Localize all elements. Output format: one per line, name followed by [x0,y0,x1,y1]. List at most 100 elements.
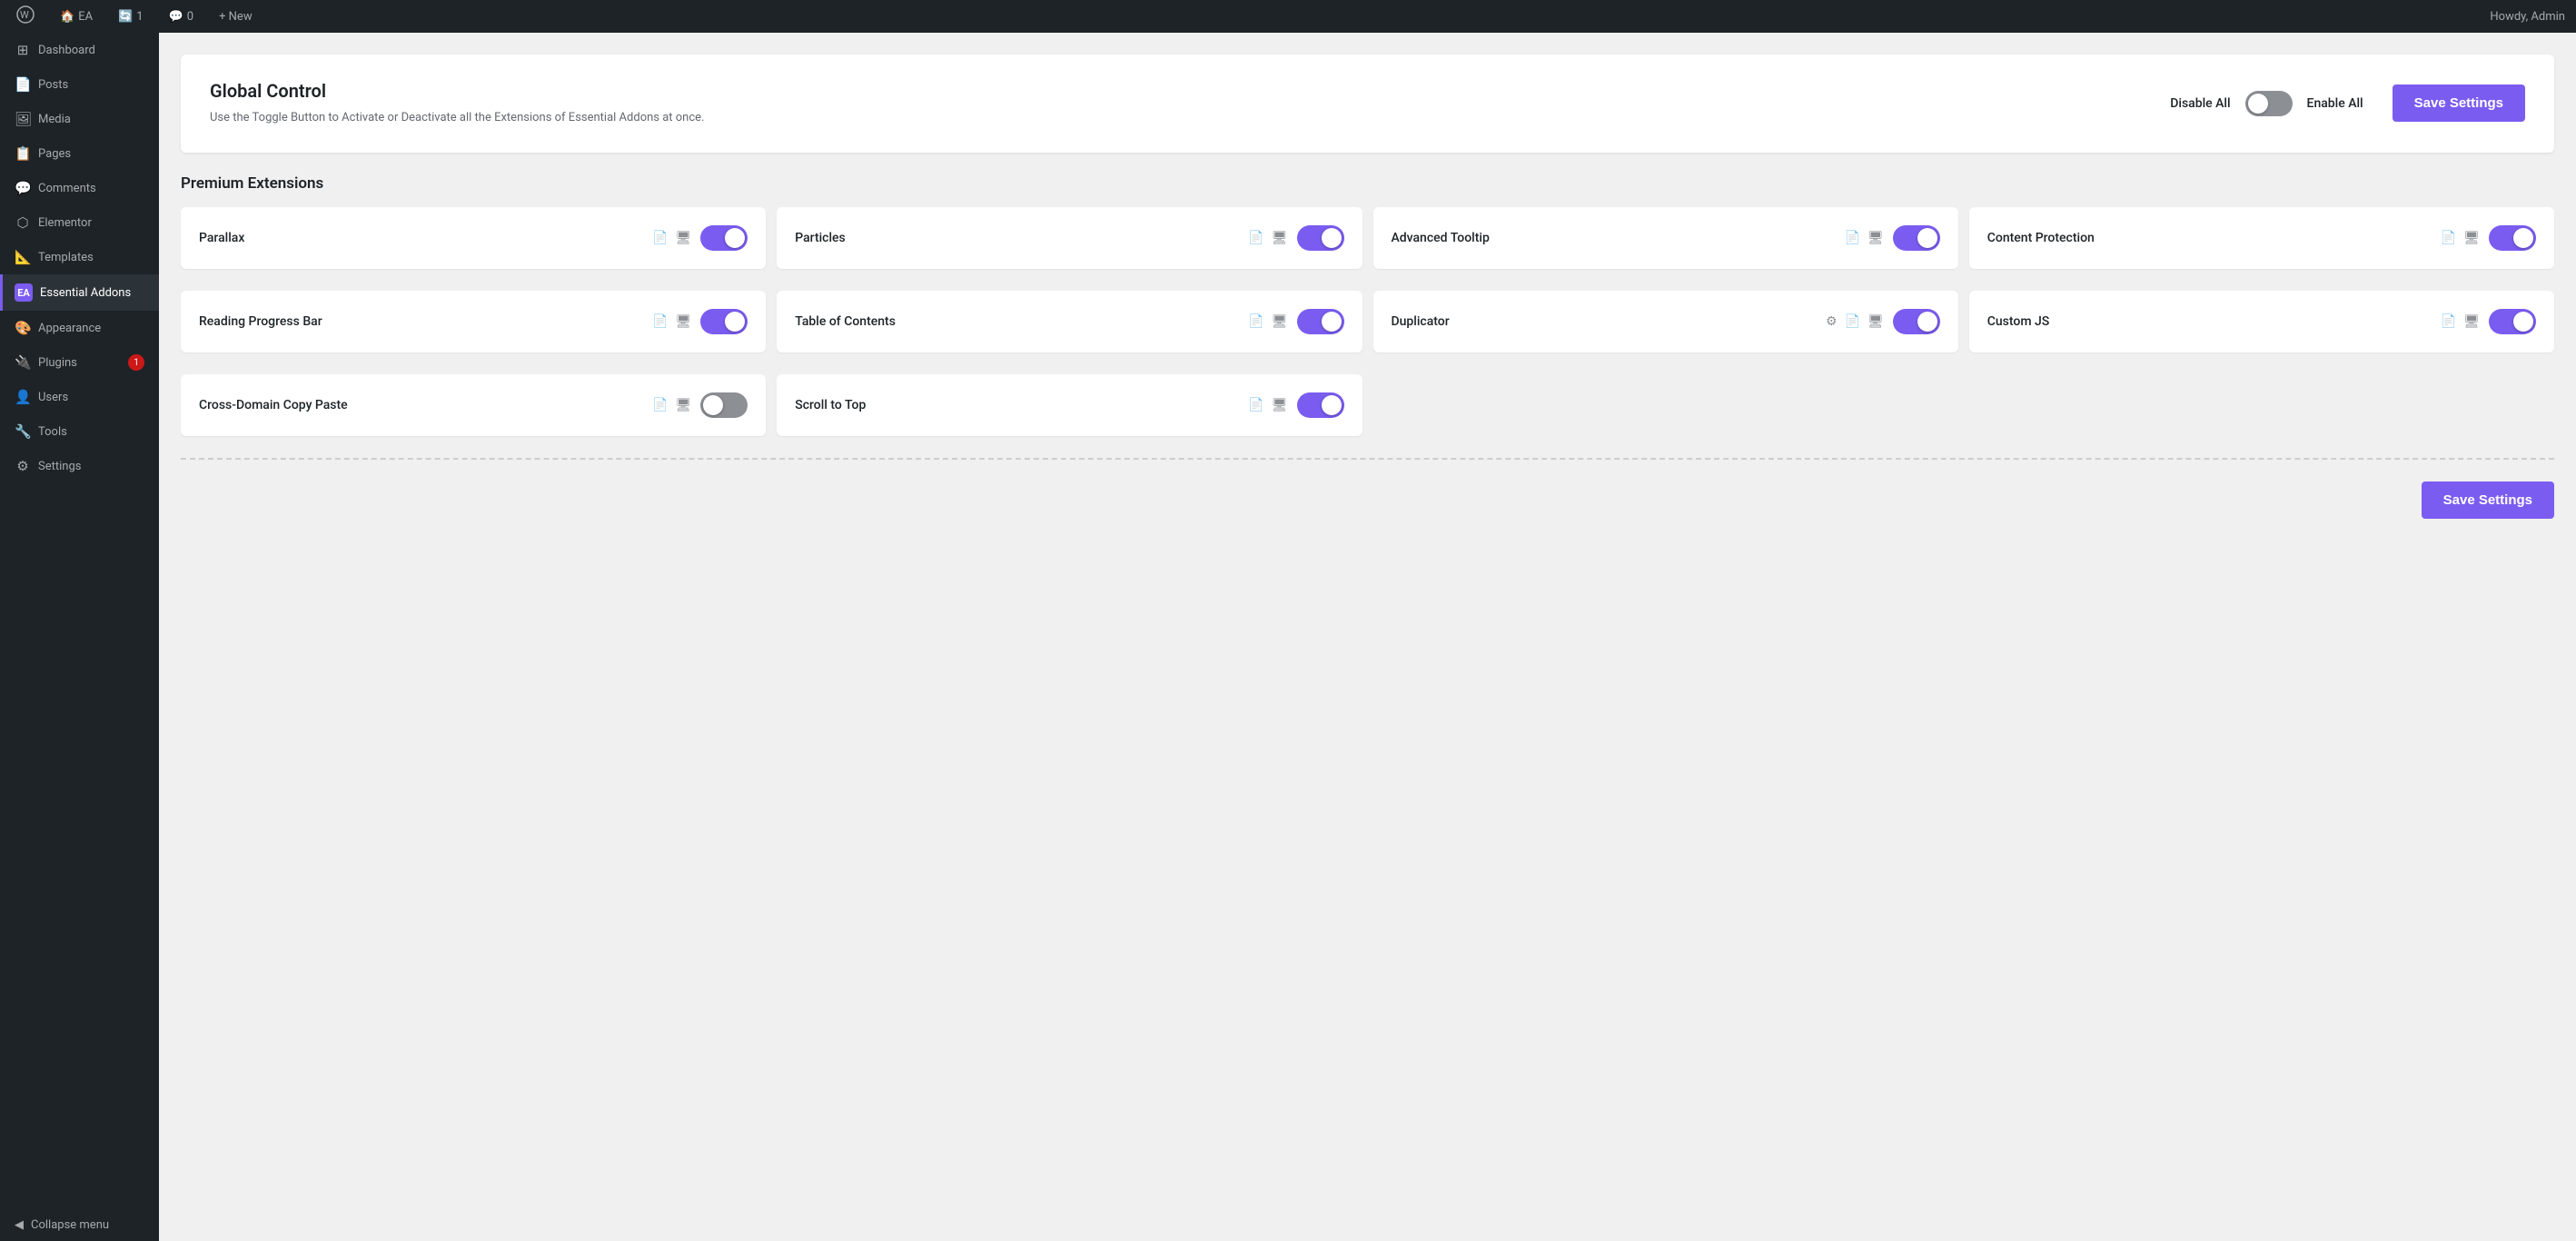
global-control-toggle-area: Disable All Enable All [2170,91,2363,116]
sidebar-item-comments[interactable]: 💬 Comments [0,171,159,205]
sidebar-item-dashboard[interactable]: ⊞ Dashboard [0,33,159,67]
svg-text:W: W [20,9,29,21]
desktop-icon[interactable]: 🖥 [1272,398,1288,412]
toggle-thumb [2248,94,2268,114]
scroll-to-top-icons: 📄 🖥 [1248,398,1287,412]
duplicator-toggle[interactable] [1893,309,1940,334]
extension-card-cross-domain-copy-paste: Cross-Domain Copy Paste 📄 🖥 [181,374,766,436]
pages-icon: 📋 [15,145,31,162]
bottom-save-settings-button[interactable]: Save Settings [2422,482,2554,519]
desktop-icon[interactable]: 🖥 [2463,231,2480,245]
comments-icon: 💬 [15,180,31,196]
desktop-icon[interactable]: 🖥 [675,231,691,245]
sidebar-item-users[interactable]: 👤 Users [0,380,159,414]
doc-icon[interactable]: 📄 [1845,231,1860,245]
sidebar-item-templates[interactable]: 📐 Templates [0,240,159,274]
toggle-track [2245,91,2293,116]
extensions-grid-row2: Reading Progress Bar 📄 🖥 Table of Conten… [181,291,2554,352]
wp-logo[interactable]: W [11,0,40,33]
toggle-thumb [703,395,723,415]
doc-icon[interactable]: 📄 [652,314,668,329]
extension-name-custom-js: Custom JS [1987,314,2441,329]
new-content[interactable]: + New [213,0,258,33]
doc-icon[interactable]: 📄 [1248,231,1263,245]
sidebar-item-media[interactable]: 🖼 Media [0,102,159,136]
media-icon: 🖼 [15,111,31,127]
howdy-label: Howdy, Admin [2490,10,2565,24]
desktop-icon[interactable]: 🖥 [2463,314,2480,329]
toggle-track [1893,225,1940,251]
reading-progress-toggle[interactable] [700,309,748,334]
global-toggle[interactable] [2245,91,2293,116]
doc-icon[interactable]: 📄 [652,398,668,412]
toggle-track [700,225,748,251]
reading-progress-icons: 📄 🖥 [652,314,691,329]
sidebar-item-label: Users [38,391,68,404]
extension-card-content-protection: Content Protection 📄 🖥 [1969,207,2554,269]
toggle-track [1893,309,1940,334]
desktop-icon[interactable]: 🖥 [675,314,691,329]
extension-name-duplicator: Duplicator [1392,314,1826,329]
toggle-track [1297,225,1344,251]
desktop-icon[interactable]: 🖥 [1272,231,1288,245]
table-of-contents-toggle[interactable] [1297,309,1344,334]
sidebar-item-elementor[interactable]: ⬡ Elementor [0,205,159,240]
extension-name-parallax: Parallax [199,231,652,245]
table-of-contents-icons: 📄 🖥 [1248,314,1287,329]
sidebar-item-essential-addons[interactable]: EA Essential Addons [0,274,159,311]
extension-card-duplicator: Duplicator ⚙ 📄 🖥 [1373,291,1958,352]
global-control-text: Global Control Use the Toggle Button to … [210,80,2141,127]
desktop-icon[interactable]: 🖥 [1272,314,1288,329]
toggle-track [1297,309,1344,334]
doc-icon[interactable]: 📄 [1248,398,1263,412]
sidebar-item-label: Settings [38,460,81,473]
sidebar-item-tools[interactable]: 🔧 Tools [0,414,159,449]
sidebar-item-label: Plugins [38,356,77,370]
parallax-toggle[interactable] [700,225,748,251]
sidebar-item-label: Dashboard [38,44,95,57]
updates[interactable]: 🔄 1 [113,0,149,33]
particles-icons: 📄 🖥 [1248,231,1287,245]
save-settings-button[interactable]: Save Settings [2393,84,2525,122]
sidebar-item-label: Posts [38,78,68,92]
extension-name-table-of-contents: Table of Contents [795,314,1248,329]
dashed-divider [181,458,2554,460]
duplicator-icons: ⚙ 📄 🖥 [1826,314,1884,329]
cross-domain-toggle[interactable] [700,392,748,418]
custom-js-toggle[interactable] [2489,309,2536,334]
scroll-to-top-toggle[interactable] [1297,392,1344,418]
doc-icon[interactable]: 📄 [1845,314,1860,329]
sidebar-item-plugins[interactable]: 🔌 Plugins 1 [0,345,159,380]
extension-name-reading-progress-bar: Reading Progress Bar [199,314,652,329]
extension-name-content-protection: Content Protection [1987,231,2441,245]
extension-card-advanced-tooltip: Advanced Tooltip 📄 🖥 [1373,207,1958,269]
site-name[interactable]: 🏠 EA [54,0,98,33]
advanced-tooltip-toggle[interactable] [1893,225,1940,251]
particles-toggle[interactable] [1297,225,1344,251]
doc-icon[interactable]: 📄 [652,231,668,245]
comments-nav[interactable]: 💬 0 [163,0,200,33]
desktop-icon[interactable]: 🖥 [675,398,691,412]
sidebar-item-pages[interactable]: 📋 Pages [0,136,159,171]
toggle-thumb [725,312,745,332]
extensions-grid-row1: Parallax 📄 🖥 Particles 📄 🖥 [181,207,2554,269]
sidebar-item-appearance[interactable]: 🎨 Appearance [0,311,159,345]
extension-card-custom-js: Custom JS 📄 🖥 [1969,291,2554,352]
premium-extensions-title: Premium Extensions [181,174,2554,193]
sidebar-item-label: Pages [38,147,71,161]
sidebar-item-settings[interactable]: ⚙ Settings [0,449,159,483]
content-protection-toggle[interactable] [2489,225,2536,251]
sidebar-item-posts[interactable]: 📄 Posts [0,67,159,102]
desktop-icon[interactable]: 🖥 [1868,231,1884,245]
global-control-card: Global Control Use the Toggle Button to … [181,55,2554,153]
doc-icon[interactable]: 📄 [1248,314,1263,329]
home-icon: 🏠 [60,10,74,24]
toggle-track [1297,392,1344,418]
collapse-menu[interactable]: ◀ Collapse menu [0,1209,159,1241]
collapse-label: Collapse menu [31,1218,109,1232]
doc-icon[interactable]: 📄 [2441,314,2456,329]
toggle-thumb [1917,228,1937,248]
gear-icon[interactable]: ⚙ [1826,314,1838,329]
desktop-icon[interactable]: 🖥 [1868,314,1884,329]
doc-icon[interactable]: 📄 [2441,231,2456,245]
